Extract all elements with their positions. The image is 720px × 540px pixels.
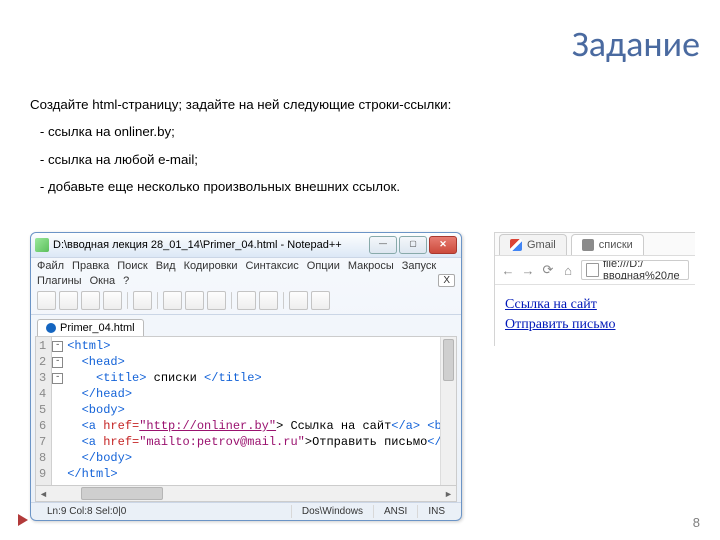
menu-bar-2: Плагины Окна ? X bbox=[31, 274, 461, 289]
menu-syntax[interactable]: Синтаксис bbox=[246, 260, 299, 272]
status-bar: Ln:9 Col:8 Sel:0|0 Dos\Windows ANSI INS bbox=[31, 502, 461, 520]
task-item: ссылка на onliner.by; bbox=[48, 119, 451, 144]
page-favicon-icon bbox=[582, 239, 594, 251]
menu-macros[interactable]: Макросы bbox=[348, 260, 394, 272]
task-item: добавьте еще несколько произвольных внеш… bbox=[48, 174, 451, 199]
tab-strip: Primer_04.html bbox=[31, 315, 461, 336]
scroll-thumb[interactable] bbox=[443, 339, 454, 381]
url-input[interactable]: file:///D:/вводная%20ле bbox=[581, 260, 689, 280]
task-item: ссылка на любой e-mail; bbox=[48, 147, 451, 172]
tool-undo-icon[interactable] bbox=[237, 291, 256, 310]
menu-file[interactable]: Файл bbox=[37, 260, 64, 272]
back-button[interactable]: ← bbox=[501, 263, 515, 278]
app-icon bbox=[35, 238, 49, 252]
tab-label: Gmail bbox=[527, 239, 556, 251]
close-button[interactable] bbox=[429, 236, 457, 254]
fold-icon: - bbox=[52, 357, 63, 368]
window-title: D:\вводная лекция 28_01_14\Primer_04.htm… bbox=[53, 239, 369, 251]
fold-icon: - bbox=[52, 373, 63, 384]
menu-windows[interactable]: Окна bbox=[90, 275, 116, 287]
browser-viewport: Ссылка на сайт Отправить письмо bbox=[495, 285, 695, 346]
browser-tab-gmail[interactable]: Gmail bbox=[499, 234, 567, 255]
tab-modified-icon bbox=[46, 323, 56, 333]
page-link-mail[interactable]: Отправить письмо bbox=[505, 315, 685, 335]
page-number: 8 bbox=[693, 515, 700, 530]
page-link-site[interactable]: Ссылка на сайт bbox=[505, 295, 685, 315]
browser-tab-page[interactable]: списки bbox=[571, 234, 644, 255]
tool-print-icon[interactable] bbox=[133, 291, 152, 310]
maximize-button[interactable] bbox=[399, 236, 427, 254]
tool-save-icon[interactable] bbox=[81, 291, 100, 310]
tool-replace-icon[interactable] bbox=[311, 291, 330, 310]
menu-run[interactable]: Запуск bbox=[402, 260, 436, 272]
browser-tabstrip: Gmail списки bbox=[495, 233, 695, 256]
scroll-thumb[interactable] bbox=[81, 487, 163, 500]
menu-encoding[interactable]: Кодировки bbox=[184, 260, 238, 272]
slide-title: Задание bbox=[572, 22, 700, 66]
menu-search[interactable]: Поиск bbox=[117, 260, 147, 272]
browser-window: Gmail списки ← → ⟳ ⌂ file:///D:/вводная%… bbox=[494, 232, 695, 346]
notepad-window: D:\вводная лекция 28_01_14\Primer_04.htm… bbox=[30, 232, 462, 521]
tab-label: Primer_04.html bbox=[60, 322, 135, 334]
task-intro: Создайте html-страницу; задайте на ней с… bbox=[30, 92, 451, 117]
tool-open-icon[interactable] bbox=[59, 291, 78, 310]
gmail-favicon-icon bbox=[510, 239, 522, 251]
status-encoding: ANSI bbox=[374, 505, 418, 518]
plugin-close-button[interactable]: X bbox=[438, 274, 455, 287]
menu-options[interactable]: Опции bbox=[307, 260, 340, 272]
menu-edit[interactable]: Правка bbox=[72, 260, 109, 272]
tool-find-icon[interactable] bbox=[289, 291, 308, 310]
toolbar-sep bbox=[231, 292, 232, 309]
menu-view[interactable]: Вид bbox=[156, 260, 176, 272]
minimize-button[interactable] bbox=[369, 236, 397, 254]
horizontal-scrollbar[interactable]: ◄ ► bbox=[35, 486, 457, 502]
status-eol: Dos\Windows bbox=[292, 505, 374, 518]
vertical-scrollbar[interactable] bbox=[440, 337, 456, 485]
toolbar-sep bbox=[157, 292, 158, 309]
tool-paste-icon[interactable] bbox=[207, 291, 226, 310]
line-numbers: 123456789 bbox=[36, 337, 52, 485]
scroll-right-icon[interactable]: ► bbox=[441, 489, 456, 499]
tool-cut-icon[interactable] bbox=[163, 291, 182, 310]
reload-button[interactable]: ⟳ bbox=[541, 262, 555, 278]
toolbar-sep bbox=[127, 292, 128, 309]
tool-copy-icon[interactable] bbox=[185, 291, 204, 310]
forward-button[interactable]: → bbox=[521, 263, 535, 278]
fold-icon: - bbox=[52, 341, 63, 352]
toolbar-sep bbox=[283, 292, 284, 309]
tool-saveall-icon[interactable] bbox=[103, 291, 122, 310]
status-mode: INS bbox=[418, 505, 455, 518]
menu-plugins[interactable]: Плагины bbox=[37, 275, 82, 287]
scroll-left-icon[interactable]: ◄ bbox=[36, 489, 51, 499]
window-titlebar[interactable]: D:\вводная лекция 28_01_14\Primer_04.htm… bbox=[31, 233, 461, 258]
file-icon bbox=[586, 263, 599, 277]
task-description: Создайте html-страницу; задайте на ней с… bbox=[30, 92, 451, 201]
tab-label: списки bbox=[599, 239, 633, 251]
status-position: Ln:9 Col:8 Sel:0|0 bbox=[37, 505, 292, 518]
tool-new-icon[interactable] bbox=[37, 291, 56, 310]
toolbar bbox=[31, 289, 461, 315]
menu-bar: Файл Правка Поиск Вид Кодировки Синтакси… bbox=[31, 258, 461, 274]
code-content[interactable]: <html> <head> <title> списки </title> </… bbox=[63, 337, 457, 485]
tool-redo-icon[interactable] bbox=[259, 291, 278, 310]
code-editor[interactable]: 123456789 - - - <html> <head> <title> сп… bbox=[35, 336, 457, 486]
play-icon bbox=[18, 514, 28, 526]
url-text: file:///D:/вводная%20ле bbox=[603, 260, 684, 280]
file-tab[interactable]: Primer_04.html bbox=[37, 319, 144, 336]
fold-column: - - - bbox=[52, 337, 63, 485]
menu-help[interactable]: ? bbox=[123, 275, 129, 287]
browser-toolbar: ← → ⟳ ⌂ file:///D:/вводная%20ле bbox=[495, 256, 695, 285]
home-button[interactable]: ⌂ bbox=[561, 263, 575, 278]
